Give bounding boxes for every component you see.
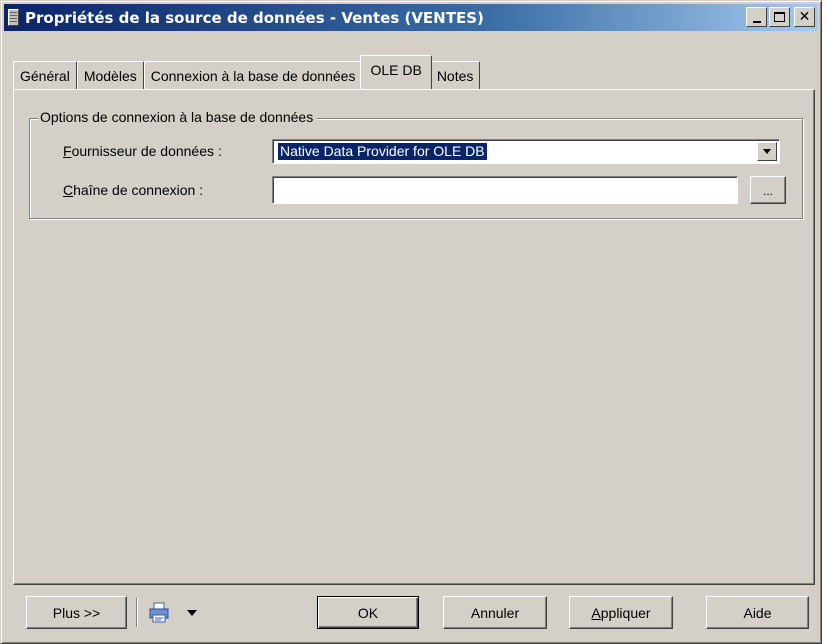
printer-icon[interactable]	[149, 602, 171, 624]
apply-button[interactable]: Appliquer	[569, 596, 673, 629]
tab-ole-db[interactable]: OLE DB	[360, 55, 432, 89]
maximize-icon	[774, 12, 785, 22]
title-bar[interactable]: Propriétés de la source de données - Ven…	[4, 4, 818, 31]
properties-dialog: Propriétés de la source de données - Ven…	[0, 0, 822, 644]
browse-button[interactable]: ...	[750, 176, 786, 204]
connection-string-label-text: haîne de connexion :	[73, 182, 204, 198]
window-controls: ✕	[746, 7, 815, 27]
tab-models[interactable]: Modèles	[76, 61, 144, 89]
chevron-down-icon	[763, 149, 771, 154]
connection-string-label-mnemonic: C	[63, 182, 74, 198]
window-title: Propriétés de la source de données - Ven…	[25, 8, 484, 27]
cancel-button[interactable]: Annuler	[443, 596, 547, 629]
minimize-icon	[752, 20, 761, 23]
provider-dropdown-button[interactable]	[757, 142, 777, 161]
tab-notes[interactable]: Notes	[429, 61, 481, 89]
print-dropdown-icon[interactable]	[187, 610, 197, 616]
connection-string-input[interactable]	[272, 176, 738, 204]
apply-button-text: ppliquer	[600, 604, 651, 621]
help-button[interactable]: Aide	[706, 596, 809, 629]
provider-label-text: ournisseur de données :	[71, 143, 222, 159]
app-icon	[8, 9, 19, 26]
tab-general[interactable]: Général	[13, 61, 77, 89]
minimize-button[interactable]	[746, 7, 767, 27]
apply-button-mnemonic: A	[591, 604, 601, 621]
ok-button[interactable]: OK	[317, 596, 419, 629]
group-legend: Options de connexion à la base de donnée…	[38, 109, 318, 125]
tab-database-connection[interactable]: Connexion à la base de données	[143, 61, 363, 89]
maximize-button[interactable]	[769, 7, 790, 27]
provider-select[interactable]: Native Data Provider for OLE DB	[272, 139, 780, 164]
provider-select-value: Native Data Provider for OLE DB	[278, 143, 487, 160]
toolbar-separator	[136, 598, 138, 627]
tab-strip: Général Modèles Connexion à la base de d…	[13, 55, 481, 89]
more-button[interactable]: Plus >>	[26, 596, 127, 629]
provider-label: Fournisseur de données :	[63, 143, 222, 159]
close-button[interactable]: ✕	[794, 7, 815, 27]
provider-label-mnemonic: F	[63, 143, 72, 159]
connection-string-label: Chaîne de connexion :	[63, 182, 203, 198]
close-icon: ✕	[798, 9, 811, 25]
